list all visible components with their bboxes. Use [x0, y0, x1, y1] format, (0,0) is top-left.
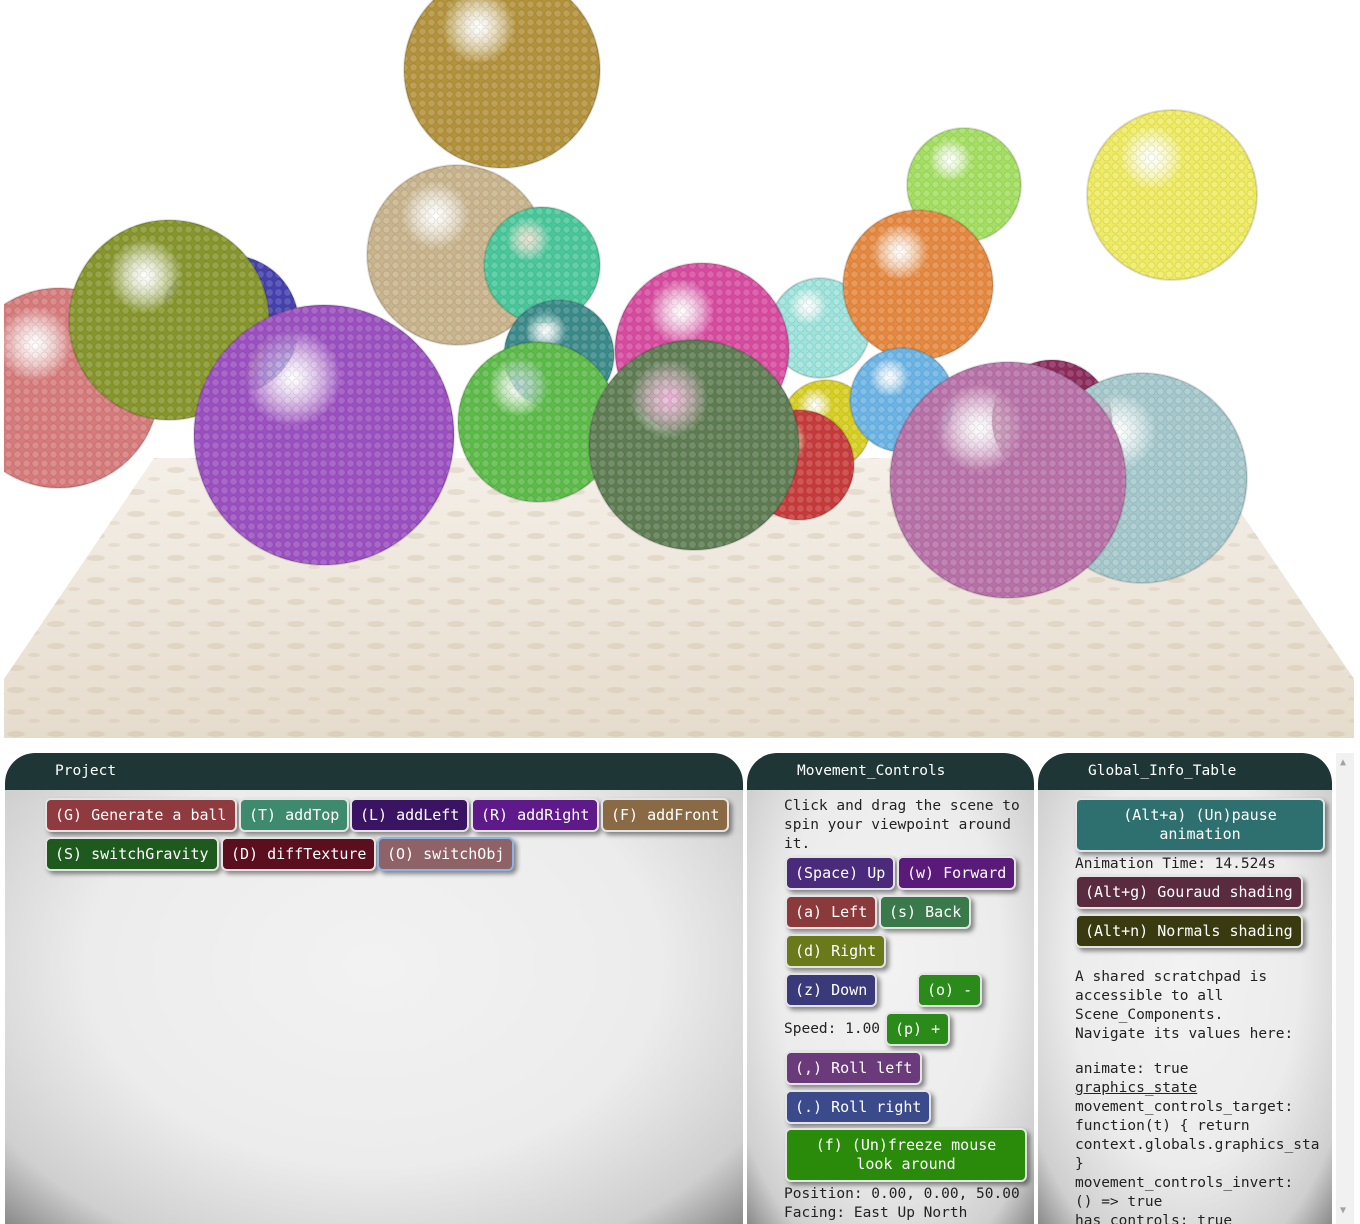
right-button[interactable]: (d) Right	[785, 934, 887, 968]
speed-up-button[interactable]: (p) +	[885, 1012, 951, 1046]
add-left-button[interactable]: (L) addLeft	[350, 798, 470, 832]
gouraud-shading-button[interactable]: (Alt+g) Gouraud shading	[1075, 875, 1303, 909]
global-info-panel: Global_Info_Table (Alt+a) (Un)pause anim…	[1038, 753, 1332, 1224]
project-panel: Project (G) Generate a ball (T) addTop (…	[5, 753, 743, 1224]
ball-purple	[193, 304, 455, 566]
up-button[interactable]: (Space) Up	[785, 856, 896, 890]
animate-value: animate: true	[1075, 1061, 1189, 1077]
add-front-button[interactable]: (F) addFront	[601, 798, 730, 832]
roll-right-button[interactable]: (.) Roll right	[785, 1090, 932, 1124]
left-button[interactable]: (a) Left	[785, 895, 878, 929]
roll-left-button[interactable]: (,) Roll left	[785, 1051, 923, 1085]
add-top-button[interactable]: (T) addTop	[239, 798, 350, 832]
animation-time-readout: Animation Time: 14.524s	[1075, 856, 1276, 872]
ball-mauve	[889, 361, 1127, 599]
ball-orange	[842, 209, 994, 361]
freeze-mouse-button[interactable]: (f) (Un)freeze mouse look around	[785, 1128, 1027, 1182]
scroll-down-arrow-icon[interactable]: ▼	[1340, 1205, 1346, 1216]
speed-down-button[interactable]: (o) -	[917, 973, 983, 1007]
scratchpad-code: movement_controls_target: function(t) { …	[1075, 1099, 1320, 1224]
back-button[interactable]: (s) Back	[879, 895, 972, 929]
facing-readout: Facing: East Up North	[784, 1205, 968, 1221]
position-readout: Position: 0.00, 0.00, 50.00	[784, 1186, 1020, 1202]
switch-obj-button[interactable]: (O) switchObj	[377, 837, 515, 871]
movement-panel-title: Movement_Controls	[747, 753, 1034, 790]
generate-ball-button[interactable]: (G) Generate a ball	[45, 798, 237, 832]
info-panel-title: Global_Info_Table	[1038, 753, 1332, 790]
movement-intro-text: Click and drag the scene to spin your vi…	[784, 798, 1020, 852]
movement-controls-panel: Movement_Controls Click and drag the sce…	[747, 753, 1034, 1224]
down-button[interactable]: (z) Down	[785, 973, 878, 1007]
scene-svg[interactable]	[4, 0, 1354, 738]
add-right-button[interactable]: (R) addRight	[471, 798, 600, 832]
project-panel-title: Project	[5, 753, 743, 790]
page-scrollbar[interactable]: ▲ ▼	[1336, 753, 1354, 1224]
scroll-up-arrow-icon[interactable]: ▲	[1340, 757, 1346, 768]
ball-yellow	[1086, 109, 1258, 281]
scratchpad-description: A shared scratchpad is accessible to all…	[1075, 969, 1294, 1042]
ball-mustard	[403, 0, 601, 169]
pause-animation-button[interactable]: (Alt+a) (Un)pause animation	[1075, 798, 1325, 852]
switch-gravity-button[interactable]: (S) switchGravity	[45, 837, 219, 871]
diff-texture-button[interactable]: (D) diffTexture	[221, 837, 377, 871]
forward-button[interactable]: (w) Forward	[897, 856, 1017, 890]
graphics-state-link[interactable]: graphics_state	[1075, 1079, 1197, 1098]
ball-darkgreen	[588, 339, 800, 551]
scene-canvas[interactable]	[4, 0, 1354, 738]
speed-readout: Speed: 1.00	[784, 1021, 881, 1037]
normals-shading-button[interactable]: (Alt+n) Normals shading	[1075, 914, 1303, 948]
